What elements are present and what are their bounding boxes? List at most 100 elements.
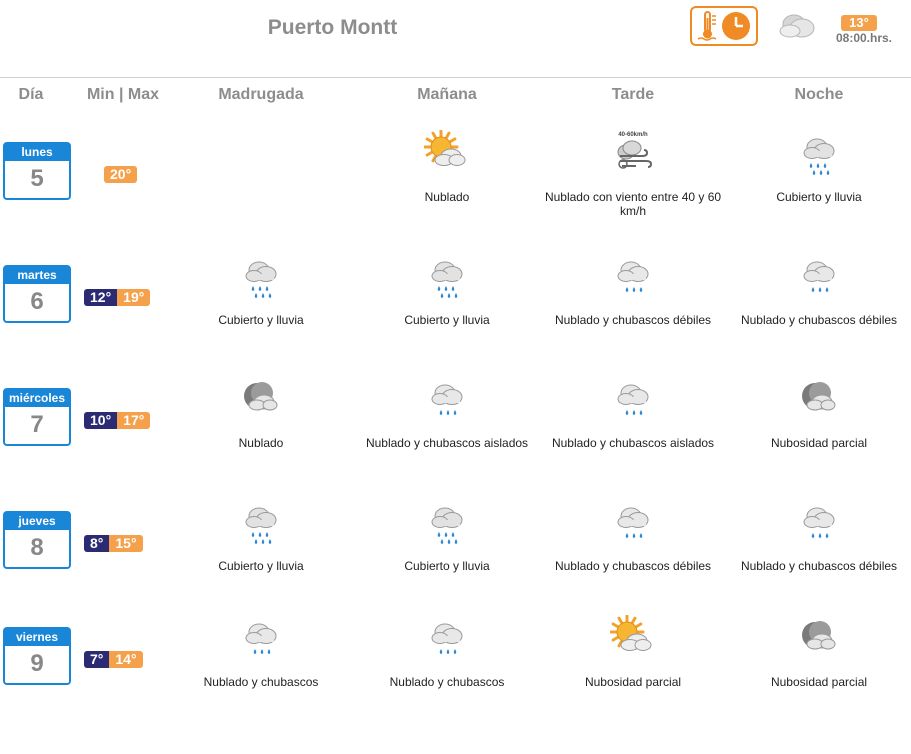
date-badge: martes 6 <box>3 265 71 323</box>
weekday-label: miércoles <box>5 390 69 407</box>
column-header-day: Día <box>18 86 44 103</box>
min-max-temps: 7° 14° <box>84 651 143 668</box>
moon-cloud-icon <box>802 382 836 411</box>
period-madrugada: Nublado y chubascos <box>168 607 354 730</box>
column-header-tarde: Tarde <box>611 86 655 103</box>
city-title: Puerto Montt <box>267 16 398 39</box>
moon-cloud-icon <box>244 382 278 411</box>
rain-icon <box>245 507 277 544</box>
cloudy-icon <box>779 14 815 38</box>
day-row-lunes: lunes 5 20° Nublado 40-60km/h Nublado co… <box>0 122 911 245</box>
max-temp: 20° <box>104 166 138 183</box>
period-description: Nubosidad parcial <box>770 675 868 689</box>
period-description: Nublado y chubascos aislados <box>551 436 715 450</box>
min-max-temps: 20° <box>104 166 138 183</box>
period-description: Cubierto y lluvia <box>404 313 490 327</box>
period-description: Nublado con viento entre 40 y 60 km/h <box>544 190 722 218</box>
day-row-martes: martes 6 12° 19° Cubierto y lluvia Cubie… <box>0 245 911 368</box>
showers-icon <box>431 623 463 654</box>
showers-icon <box>617 261 649 292</box>
showers-icon <box>617 507 649 538</box>
showers-icon <box>245 623 277 654</box>
rain-icon <box>431 507 463 544</box>
period-madrugada: Cubierto y lluvia <box>168 245 354 368</box>
showers-icon <box>803 261 835 292</box>
period-description: Nublado y chubascos <box>389 675 505 689</box>
period-tarde: Nublado y chubascos débiles <box>540 491 726 614</box>
period-description: Nublado <box>238 436 284 450</box>
weekday-label: martes <box>5 267 69 284</box>
period-tarde: Nublado y chubascos débiles <box>540 245 726 368</box>
current-time: 08:00.hrs. <box>835 31 893 45</box>
column-header-manana: Mañana <box>417 86 477 103</box>
period-description: Nublado y chubascos <box>203 675 319 689</box>
min-temp: 7° <box>84 651 110 668</box>
min-max-temps: 10° 17° <box>84 412 151 429</box>
period-description: Nublado <box>424 190 470 204</box>
thermometer-clock-icon <box>697 11 750 41</box>
column-header-madrugada: Madrugada <box>218 86 304 103</box>
period-description: Cubierto y lluvia <box>218 313 304 327</box>
period-description: Cubierto y lluvia <box>404 559 490 573</box>
period-description: Cubierto y lluvia <box>218 559 304 573</box>
wind-icon: 40-60km/h <box>617 132 653 169</box>
period-madrugada: Cubierto y lluvia <box>168 491 354 614</box>
max-temp: 14° <box>109 651 143 668</box>
rain-icon <box>431 261 463 298</box>
period-noche: Nubosidad parcial <box>726 368 911 491</box>
period-madrugada: Nublado <box>168 368 354 491</box>
period-description: Nublado y chubascos débiles <box>554 313 712 327</box>
weekday-label: viernes <box>5 629 69 646</box>
min-temp: 12° <box>84 289 118 306</box>
moon-cloud-icon <box>802 621 836 650</box>
period-description: Nublado y chubascos aislados <box>365 436 529 450</box>
max-temp: 15° <box>109 535 143 552</box>
max-temp: 17° <box>117 412 151 429</box>
period-tarde: Nublado y chubascos aislados <box>540 368 726 491</box>
period-description: Nublado y chubascos débiles <box>740 313 898 327</box>
min-max-temps: 12° 19° <box>84 289 151 306</box>
min-temp: 10° <box>84 412 118 429</box>
day-number: 5 <box>30 165 44 192</box>
date-badge: lunes 5 <box>3 142 71 200</box>
wind-speed-label: 40-60km/h <box>618 132 648 138</box>
column-header-noche: Noche <box>794 86 844 103</box>
day-row-jueves: jueves 8 8° 15° Cubierto y lluvia Cubier… <box>0 491 911 614</box>
weekday-label: jueves <box>5 513 69 530</box>
period-manana: Nublado <box>354 122 540 245</box>
day-number: 6 <box>30 288 44 315</box>
period-noche: Nublado y chubascos débiles <box>726 491 911 614</box>
period-noche: Nublado y chubascos débiles <box>726 245 911 368</box>
period-manana: Nublado y chubascos <box>354 607 540 730</box>
period-noche: Cubierto y lluvia <box>726 122 911 245</box>
date-badge: miércoles 7 <box>3 388 71 446</box>
rain-icon <box>245 261 277 298</box>
date-badge: viernes 9 <box>3 627 71 685</box>
day-row-viernes: viernes 9 7° 14° Nublado y chubascos Nub… <box>0 607 911 730</box>
day-number: 9 <box>30 650 44 677</box>
period-description: Nublado y chubascos débiles <box>554 559 712 573</box>
header-divider <box>0 77 911 78</box>
sun-cloud-icon <box>610 615 652 651</box>
showers-icon <box>617 384 649 415</box>
day-number: 8 <box>30 534 44 561</box>
max-temp: 19° <box>117 289 151 306</box>
period-tarde: 40-60km/h Nublado con viento entre 40 y … <box>540 122 726 245</box>
weekday-label: lunes <box>5 144 69 161</box>
sun-cloud-icon <box>424 130 466 166</box>
period-noche: Nubosidad parcial <box>726 607 911 730</box>
period-description: Nubosidad parcial <box>770 436 868 450</box>
period-description: Nublado y chubascos débiles <box>740 559 898 573</box>
column-header-minmax: Min | Max <box>86 86 160 103</box>
min-temp: 8° <box>84 535 110 552</box>
period-manana: Nublado y chubascos aislados <box>354 368 540 491</box>
period-manana: Cubierto y lluvia <box>354 491 540 614</box>
day-row-miercoles: miércoles 7 10° 17° Nublado Nublado y ch… <box>0 368 911 491</box>
showers-icon <box>803 507 835 538</box>
period-manana: Cubierto y lluvia <box>354 245 540 368</box>
day-number: 7 <box>30 411 44 438</box>
period-description: Cubierto y lluvia <box>776 190 862 204</box>
date-badge: jueves 8 <box>3 511 71 569</box>
hourly-forecast-button[interactable] <box>690 6 758 46</box>
current-temperature: 13° <box>841 15 877 31</box>
